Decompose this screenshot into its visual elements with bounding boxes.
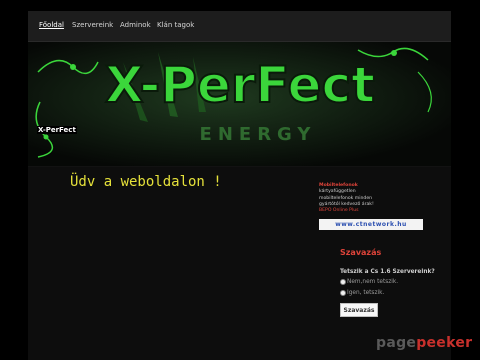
poll-option-yes[interactable]: Igen, tetszik. <box>340 290 384 296</box>
vote-button[interactable]: Szavazás <box>340 303 378 317</box>
poll-option-no-label: Nem,nem tetszik. <box>347 279 399 285</box>
ad-link[interactable]: BEPO Online Plus <box>319 208 411 214</box>
ad-banner-link[interactable]: www.ctnetwork.hu <box>319 219 423 230</box>
sidebar-ad[interactable]: Mobiltelefonok kártyafüggetlen mobiltele… <box>319 183 411 214</box>
logo-text: X-PerFect <box>105 56 375 114</box>
nav-item-home[interactable]: Főoldal <box>39 21 64 29</box>
pagepeeker-watermark: pagepeeker <box>376 335 472 351</box>
radio-yes[interactable] <box>340 290 346 296</box>
poll-question: Tetszik a Cs 1.6 Szervereink? <box>340 269 435 275</box>
watermark-part-2: peeker <box>416 335 473 351</box>
banner-artwork: X-PerFect ENERGY <box>28 42 451 166</box>
site-title-label: X-PerFect <box>37 126 77 134</box>
poll-title: Szavazás <box>340 248 382 257</box>
header-banner: X-PerFect ENERGY X-PerFect <box>28 42 451 166</box>
nav-item-admins[interactable]: Adminok <box>120 21 151 29</box>
poll-option-no[interactable]: Nem,nem tetszik. <box>340 279 398 285</box>
watermark-part-1: page <box>376 335 417 351</box>
radio-no[interactable] <box>340 279 346 285</box>
top-nav: Főoldal Szervereink Adminok Klán tagok <box>28 11 451 42</box>
nav-item-clan-members[interactable]: Klán tagok <box>157 21 194 29</box>
energy-text: ENERGY <box>200 124 317 145</box>
welcome-heading: Üdv a weboldalon ! <box>70 174 222 190</box>
poll-option-yes-label: Igen, tetszik. <box>347 290 385 296</box>
nav-item-servers[interactable]: Szervereink <box>72 21 113 29</box>
